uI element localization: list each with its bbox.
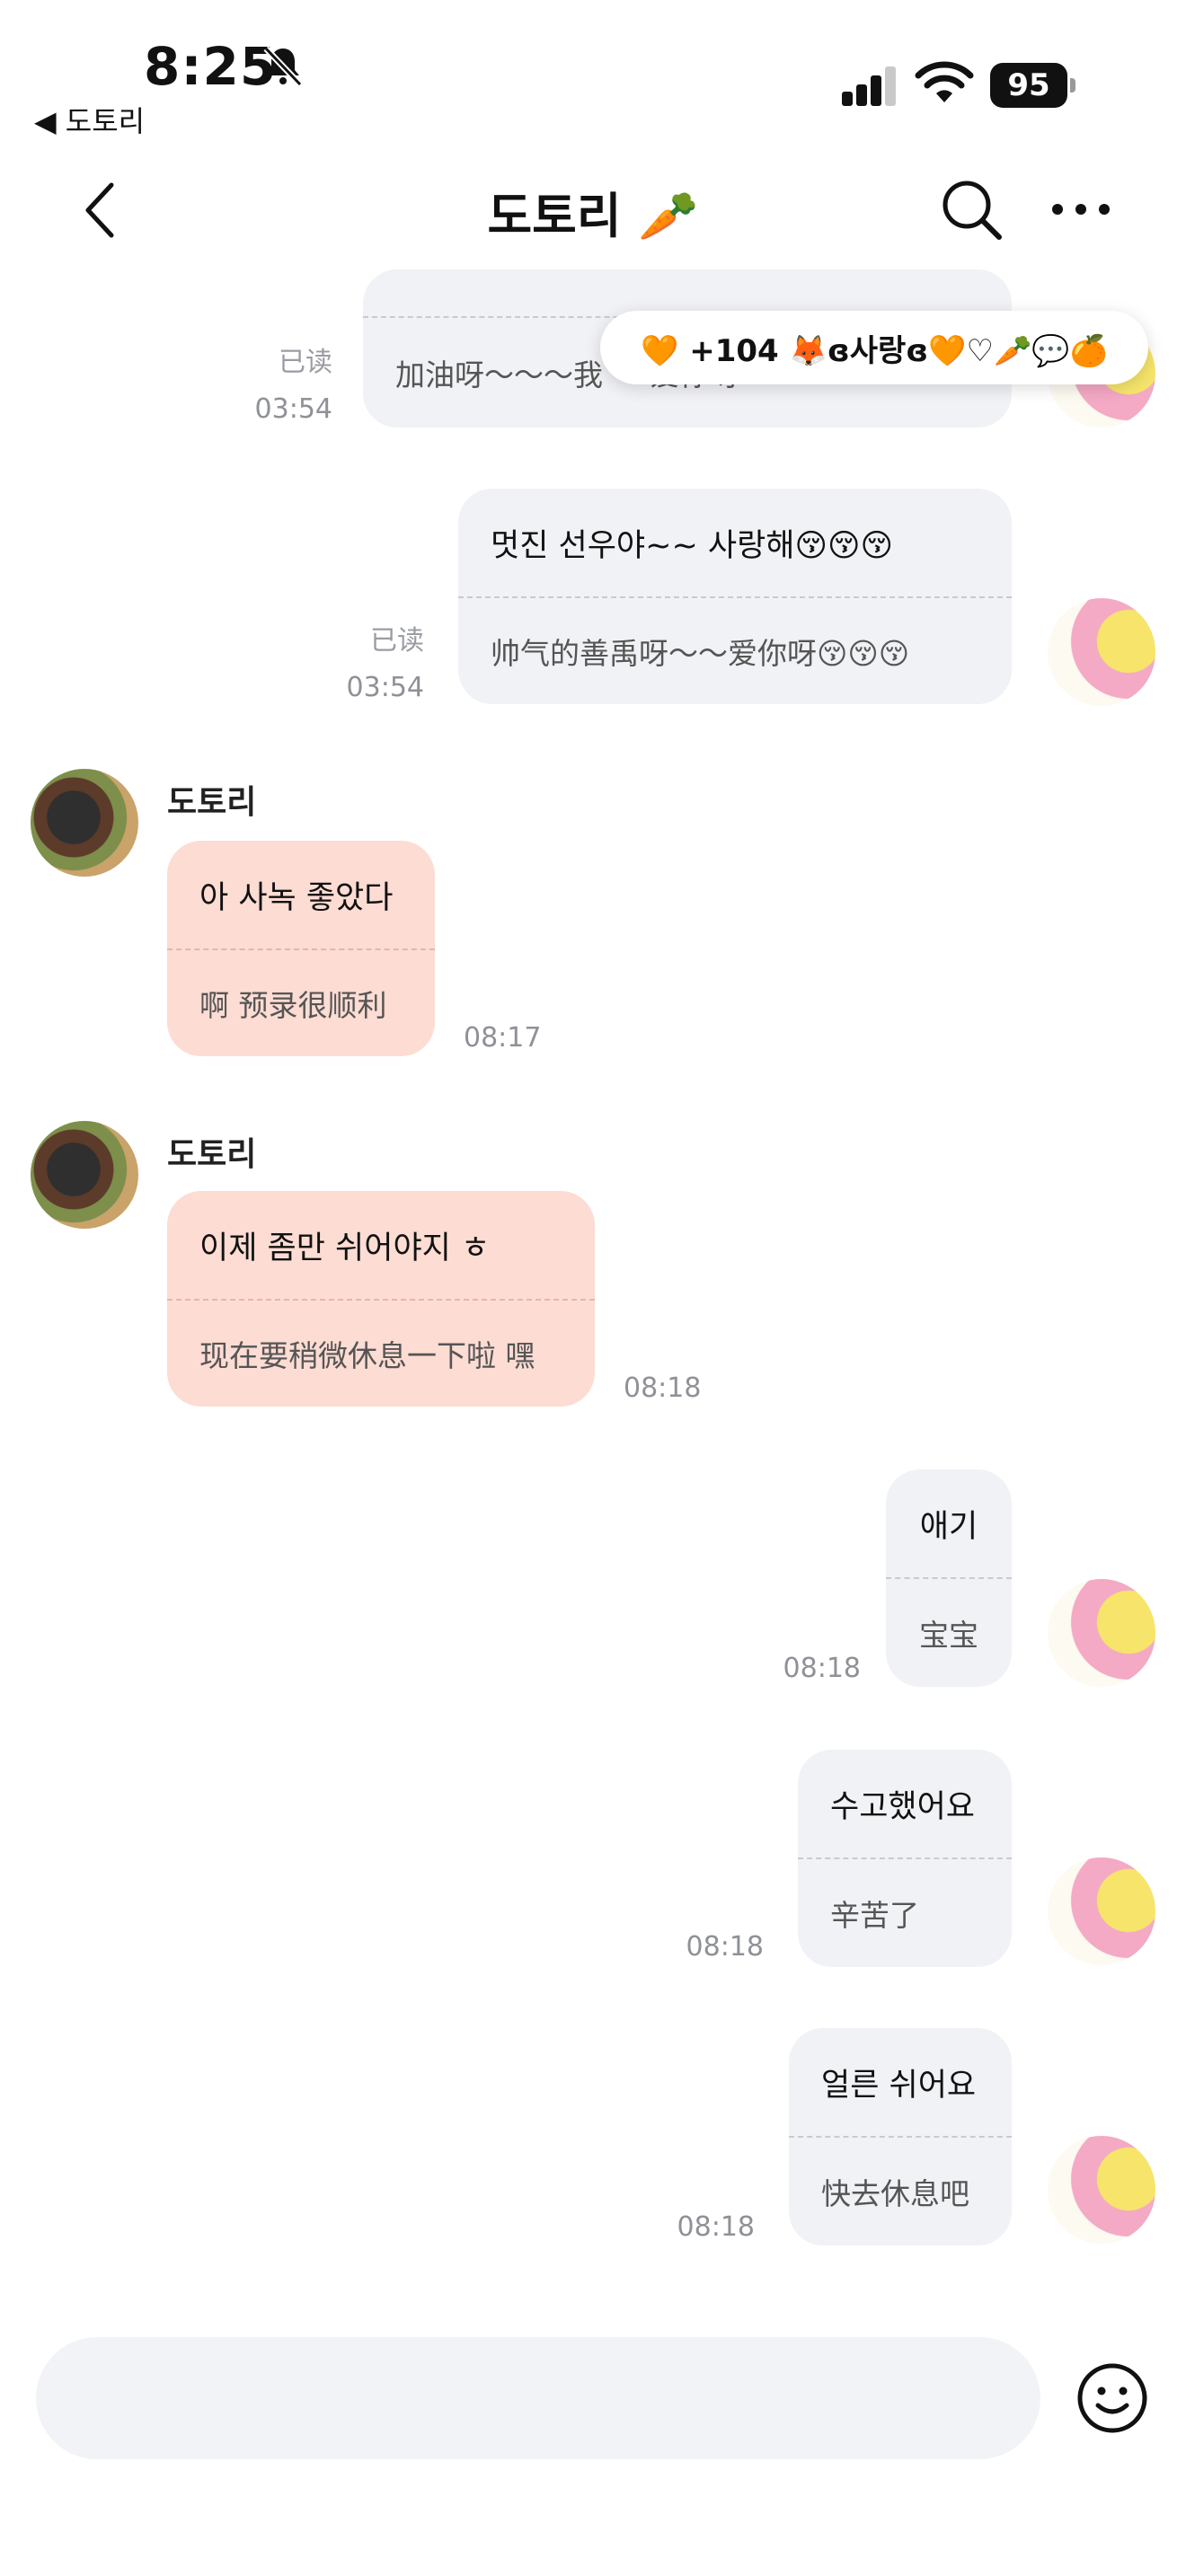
- message-translation: 快去休息吧: [821, 2176, 969, 2211]
- my-avatar[interactable]: [1048, 1579, 1155, 1687]
- more-options-icon[interactable]: [1051, 203, 1111, 216]
- message-text: 멋진 선우야~~ 사랑해😚😚😚: [491, 527, 893, 564]
- message-bubble[interactable]: 수고했어요 辛苦了: [798, 1750, 1012, 1967]
- back-to-app-link[interactable]: ◀ 도토리: [34, 99, 145, 140]
- message-translation: 现在要稍微休息一下啦 嘿: [199, 1338, 535, 1373]
- message-translation: 帅气的善禹呀～～爱你呀😚😚😚: [491, 636, 910, 671]
- message-time: 08:18: [677, 2211, 755, 2243]
- read-receipt: 已读: [370, 625, 424, 657]
- message-bubble[interactable]: 애기 宝宝: [886, 1469, 1012, 1687]
- message-time: 03:54: [346, 672, 424, 703]
- battery-level: 95: [990, 63, 1067, 108]
- message-text: 애기: [919, 1508, 978, 1545]
- emoji-icon[interactable]: [1075, 2360, 1150, 2436]
- message-translation: 辛苦了: [830, 1898, 919, 1933]
- chat-title: 도토리 🥕: [487, 188, 699, 244]
- wifi-icon: [915, 61, 974, 102]
- message-bubble[interactable]: 아 사녹 좋았다 啊 预录很顺利: [167, 841, 435, 1056]
- status-time: 8:25: [144, 36, 278, 97]
- reaction-summary[interactable]: 🧡 +104 🦊ɞ사랑ɞ🧡♡🥕💬🍊: [600, 311, 1148, 384]
- read-receipt: 已读: [279, 347, 332, 378]
- message-text: 얼른 쉬어요: [821, 2067, 977, 2104]
- sender-avatar[interactable]: [31, 769, 138, 877]
- message-bubble[interactable]: 얼른 쉬어요 快去休息吧: [789, 2028, 1012, 2245]
- message-text: 수고했어요: [830, 1788, 976, 1825]
- message-time: 08:18: [624, 1372, 702, 1404]
- message-text: 이제 좀만 쉬어야지 ㅎ: [199, 1230, 491, 1266]
- message-translation: 宝宝: [919, 1618, 978, 1653]
- sender-avatar[interactable]: [31, 1121, 138, 1229]
- cellular-signal-icon: [842, 66, 896, 106]
- message-time: 03:54: [254, 393, 332, 425]
- sender-name: 도토리: [167, 1136, 257, 1173]
- message-input[interactable]: [36, 2337, 1040, 2459]
- message-translation: 啊 预录很顺利: [199, 988, 387, 1023]
- message-bubble[interactable]: 이제 좀만 쉬어야지 ㅎ 现在要稍微休息一下啦 嘿: [167, 1191, 595, 1407]
- my-avatar[interactable]: [1048, 2136, 1155, 2244]
- message-time: 08:18: [686, 1931, 764, 1963]
- battery-indicator: 95: [990, 63, 1076, 108]
- message-time: 08:18: [783, 1653, 861, 1684]
- sender-name: 도토리: [167, 784, 257, 821]
- bell-muted-icon: [263, 46, 303, 87]
- message-bubble[interactable]: 멋진 선우야~~ 사랑해😚😚😚 帅气的善禹呀～～爱你呀😚😚😚: [458, 489, 1012, 704]
- my-avatar[interactable]: [1048, 598, 1155, 706]
- message-text: 아 사녹 좋았다: [199, 879, 394, 916]
- my-avatar[interactable]: [1048, 1857, 1155, 1965]
- search-icon[interactable]: [940, 178, 1003, 241]
- message-time: 08:17: [464, 1022, 542, 1054]
